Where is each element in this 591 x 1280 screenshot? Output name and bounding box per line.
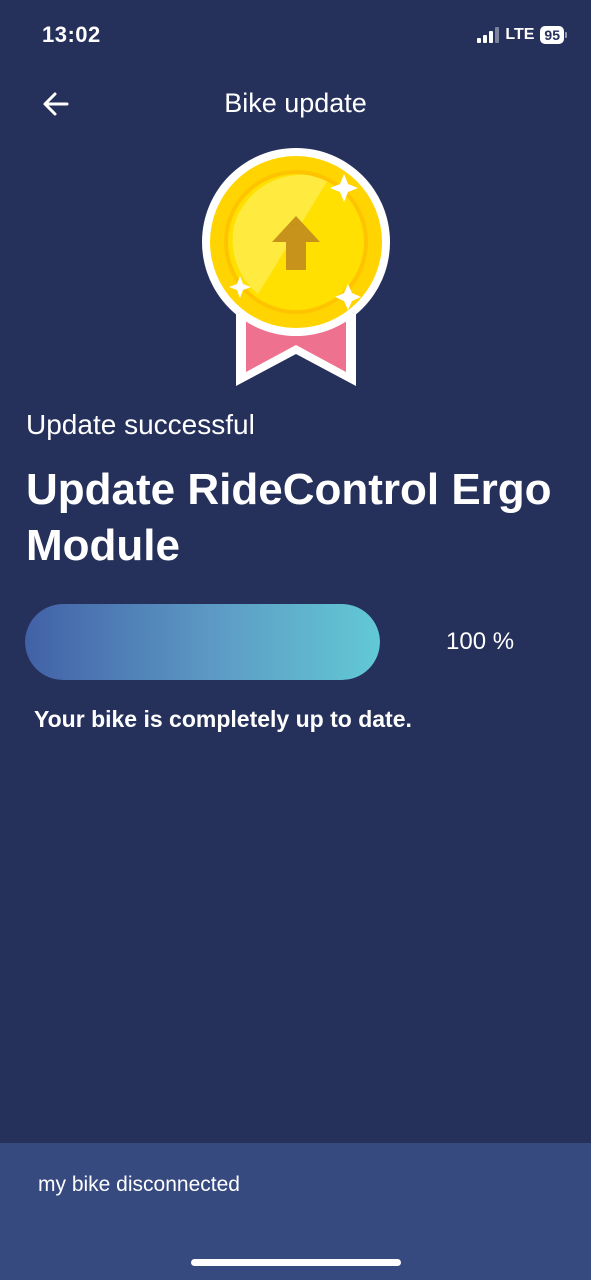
network-type-label: LTE <box>505 26 535 43</box>
progress-fill <box>25 604 380 680</box>
update-progress-bar <box>25 604 380 680</box>
module-title: Update RideControl Ergo Module <box>26 465 552 570</box>
connection-status-bar[interactable]: my bike disconnected <box>0 1143 591 1280</box>
status-time: 13:02 <box>42 22 101 47</box>
status-bar: 13:02 LTE 95 <box>0 0 591 70</box>
nav-bar: Bike update <box>0 78 591 130</box>
update-medal-icon <box>198 146 394 390</box>
progress-percent-label: 100 % <box>446 628 515 655</box>
up-to-date-message: Your bike is completely up to date. <box>34 706 412 732</box>
update-status-label: Update successful <box>26 409 255 440</box>
connection-status-text: my bike disconnected <box>38 1173 240 1196</box>
signal-strength-icon <box>477 27 500 43</box>
home-indicator[interactable] <box>191 1259 401 1266</box>
page-title: Bike update <box>224 88 367 118</box>
status-indicators: LTE 95 <box>477 26 567 44</box>
battery-icon: 95 <box>540 26 567 44</box>
battery-level: 95 <box>540 26 564 44</box>
